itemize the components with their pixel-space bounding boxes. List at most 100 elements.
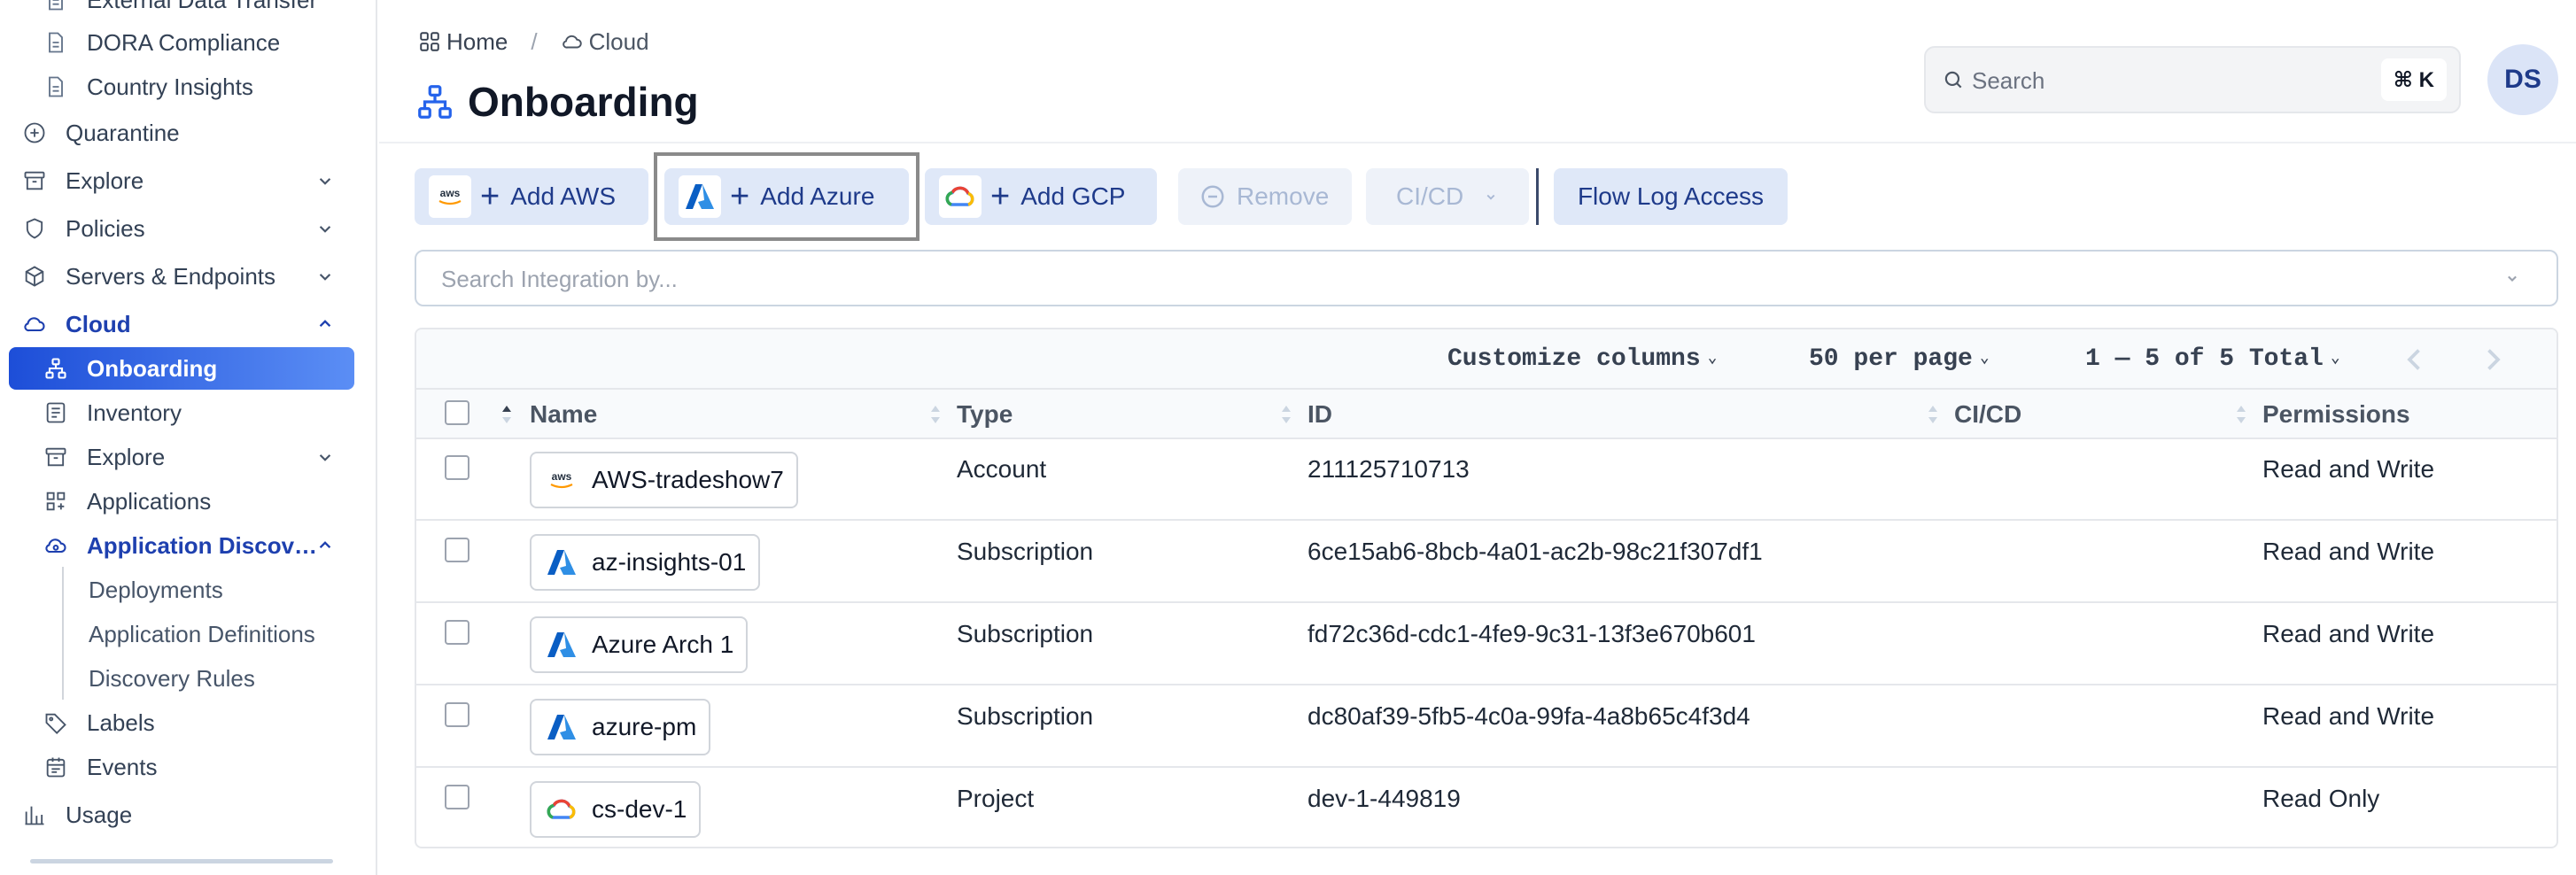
grid-plus-icon [43, 488, 69, 515]
cell-permissions: Read and Write [2262, 538, 2435, 565]
chevron-down-icon[interactable] [314, 217, 337, 240]
cell-permissions: Read and Write [2262, 702, 2435, 730]
sidebar-item-servers-endpoints[interactable]: Servers & Endpoints [0, 255, 376, 298]
aws-logo-text: aws [440, 187, 461, 199]
column-header-type[interactable]: Type [957, 400, 1013, 429]
integration-search[interactable] [415, 250, 2558, 306]
chevron-down-icon[interactable] [314, 265, 337, 288]
grid-icon [420, 32, 439, 51]
sidebar-item-deployments[interactable]: Deployments [0, 569, 376, 611]
sidebar-item-events[interactable]: Events [0, 746, 376, 788]
sidebar-item-usage[interactable]: Usage [0, 794, 376, 836]
table-row[interactable]: aws AWS-tradeshow7 Account 211125710713 … [416, 439, 2557, 521]
integration-name-chip[interactable]: cs-dev-1 [530, 781, 702, 838]
cell-type: Subscription [957, 538, 1094, 565]
sort-icon[interactable] [2234, 402, 2248, 427]
sidebar-item-label: Servers & Endpoints [66, 262, 276, 290]
page-range-select[interactable]: 1 — 5 of 5 Total ⌄ [2085, 345, 2340, 373]
chevron-down-icon[interactable] [314, 169, 337, 192]
sidebar-item-discovery-rules[interactable]: Discovery Rules [0, 657, 376, 700]
chevron-down-icon: ⌄ [2330, 350, 2340, 368]
next-page-button[interactable] [2477, 344, 2509, 376]
sidebar-item-application-definitions[interactable]: Application Definitions [0, 613, 376, 655]
chevron-down-icon: ⌄ [1707, 350, 1718, 368]
breadcrumb-home[interactable]: Home [446, 28, 508, 56]
sidebar-item-onboarding[interactable]: Onboarding [9, 347, 354, 390]
table-row[interactable]: azure-pm Subscription dc80af39-5fb5-4c0a… [416, 686, 2557, 768]
sidebar-item-policies[interactable]: Policies [0, 207, 376, 250]
sidebar-item-applications[interactable]: Applications [0, 480, 376, 523]
chevron-down-icon[interactable] [314, 445, 337, 468]
integration-name-chip[interactable]: azure-pm [530, 699, 711, 755]
sidebar-item-label: Quarantine [66, 119, 180, 146]
gcp-logo-icon [544, 792, 579, 827]
sort-icon[interactable] [928, 402, 943, 427]
add-aws-label: Add AWS [510, 182, 616, 210]
table-row[interactable]: az-insights-01 Subscription 6ce15ab6-8bc… [416, 522, 2557, 603]
chevron-down-icon[interactable] [2503, 269, 2521, 287]
cicd-dropdown[interactable]: CI/CD [1366, 168, 1529, 225]
cell-id: dev-1-449819 [1307, 785, 1461, 812]
chevron-up-icon[interactable] [314, 534, 337, 557]
sidebar-item-explore[interactable]: Explore [0, 159, 376, 202]
column-header-cicd[interactable]: CI/CD [1954, 400, 2021, 429]
row-checkbox[interactable] [445, 702, 469, 727]
integration-name-chip[interactable]: Azure Arch 1 [530, 616, 749, 673]
column-header-id[interactable]: ID [1307, 400, 1332, 429]
cell-type: Account [957, 455, 1047, 483]
table-header: Name Type ID CI/CD Permissions [416, 390, 2557, 439]
sidebar-item-dora-compliance[interactable]: DORA Compliance [0, 21, 376, 64]
add-gcp-button[interactable]: + Add GCP [925, 168, 1157, 225]
integration-name-chip[interactable]: aws AWS-tradeshow7 [530, 452, 798, 508]
search-input[interactable] [1972, 64, 2344, 97]
customize-columns-label: Customize columns [1447, 345, 1701, 373]
avatar[interactable]: DS [2487, 44, 2558, 115]
breadcrumb-current[interactable]: Cloud [589, 28, 649, 56]
flow-log-access-button[interactable]: Flow Log Access [1554, 168, 1788, 225]
integration-name: AWS-tradeshow7 [592, 466, 784, 493]
chevron-up-icon[interactable] [314, 313, 337, 336]
table-row[interactable]: cs-dev-1 Project dev-1-449819 Read Only [416, 769, 2557, 847]
remove-label: Remove [1237, 182, 1330, 210]
row-checkbox[interactable] [445, 538, 469, 562]
sidebar-item-country-insights[interactable]: Country Insights [0, 66, 376, 108]
list-icon [43, 399, 69, 426]
integration-search-input[interactable] [441, 262, 2036, 296]
global-search[interactable]: ⌘ K [1924, 46, 2461, 113]
sidebar-item-label: Discovery Rules [89, 664, 255, 692]
customize-columns-button[interactable]: Customize columns ⌄ [1447, 345, 1718, 373]
shield-plus-icon [21, 120, 48, 146]
sidebar-item-quarantine[interactable]: Quarantine [0, 112, 376, 154]
sidebar-item-cloud-explore[interactable]: Explore [0, 436, 376, 478]
sidebar-item-label: Explore [87, 443, 166, 470]
sort-icon[interactable] [1279, 402, 1293, 427]
sidebar-item-labels[interactable]: Labels [0, 701, 376, 744]
row-checkbox[interactable] [445, 455, 469, 480]
row-checkbox[interactable] [445, 620, 469, 645]
per-page-select[interactable]: 50 per page ⌄ [1809, 345, 1990, 373]
cloud-eye-icon [43, 532, 69, 559]
sort-icon[interactable] [1926, 402, 1940, 427]
sidebar-scrollbar[interactable] [30, 859, 333, 863]
cell-type: Subscription [957, 702, 1094, 730]
prev-page-button[interactable] [2399, 344, 2431, 376]
sidebar-item-application-discovery[interactable]: Application Discov… [0, 524, 376, 567]
integration-name-chip[interactable]: az-insights-01 [530, 534, 761, 591]
sidebar-item-cloud[interactable]: Cloud [0, 303, 376, 345]
page-title: Onboarding [415, 78, 699, 126]
sidebar-item-label: Application Discov… [87, 531, 318, 559]
sidebar-item-external-data-transfer[interactable]: External Data Transfer [0, 0, 376, 21]
add-aws-button[interactable]: aws + Add AWS [415, 168, 648, 225]
column-header-permissions[interactable]: Permissions [2262, 400, 2410, 429]
row-checkbox[interactable] [445, 785, 469, 809]
select-all-checkbox[interactable] [445, 400, 469, 425]
sidebar-item-inventory[interactable]: Inventory [0, 391, 376, 434]
breadcrumb-separator: / [531, 27, 538, 55]
remove-button[interactable]: Remove [1178, 168, 1352, 225]
sort-icon[interactable] [500, 402, 514, 427]
table-row[interactable]: Azure Arch 1 Subscription fd72c36d-cdc1-… [416, 604, 2557, 685]
column-header-name[interactable]: Name [530, 400, 597, 429]
integration-name: azure-pm [592, 713, 697, 740]
table-pager: Customize columns ⌄ 50 per page ⌄ 1 — 5 of… [416, 329, 2557, 390]
chevron-down-icon [1486, 194, 1495, 200]
